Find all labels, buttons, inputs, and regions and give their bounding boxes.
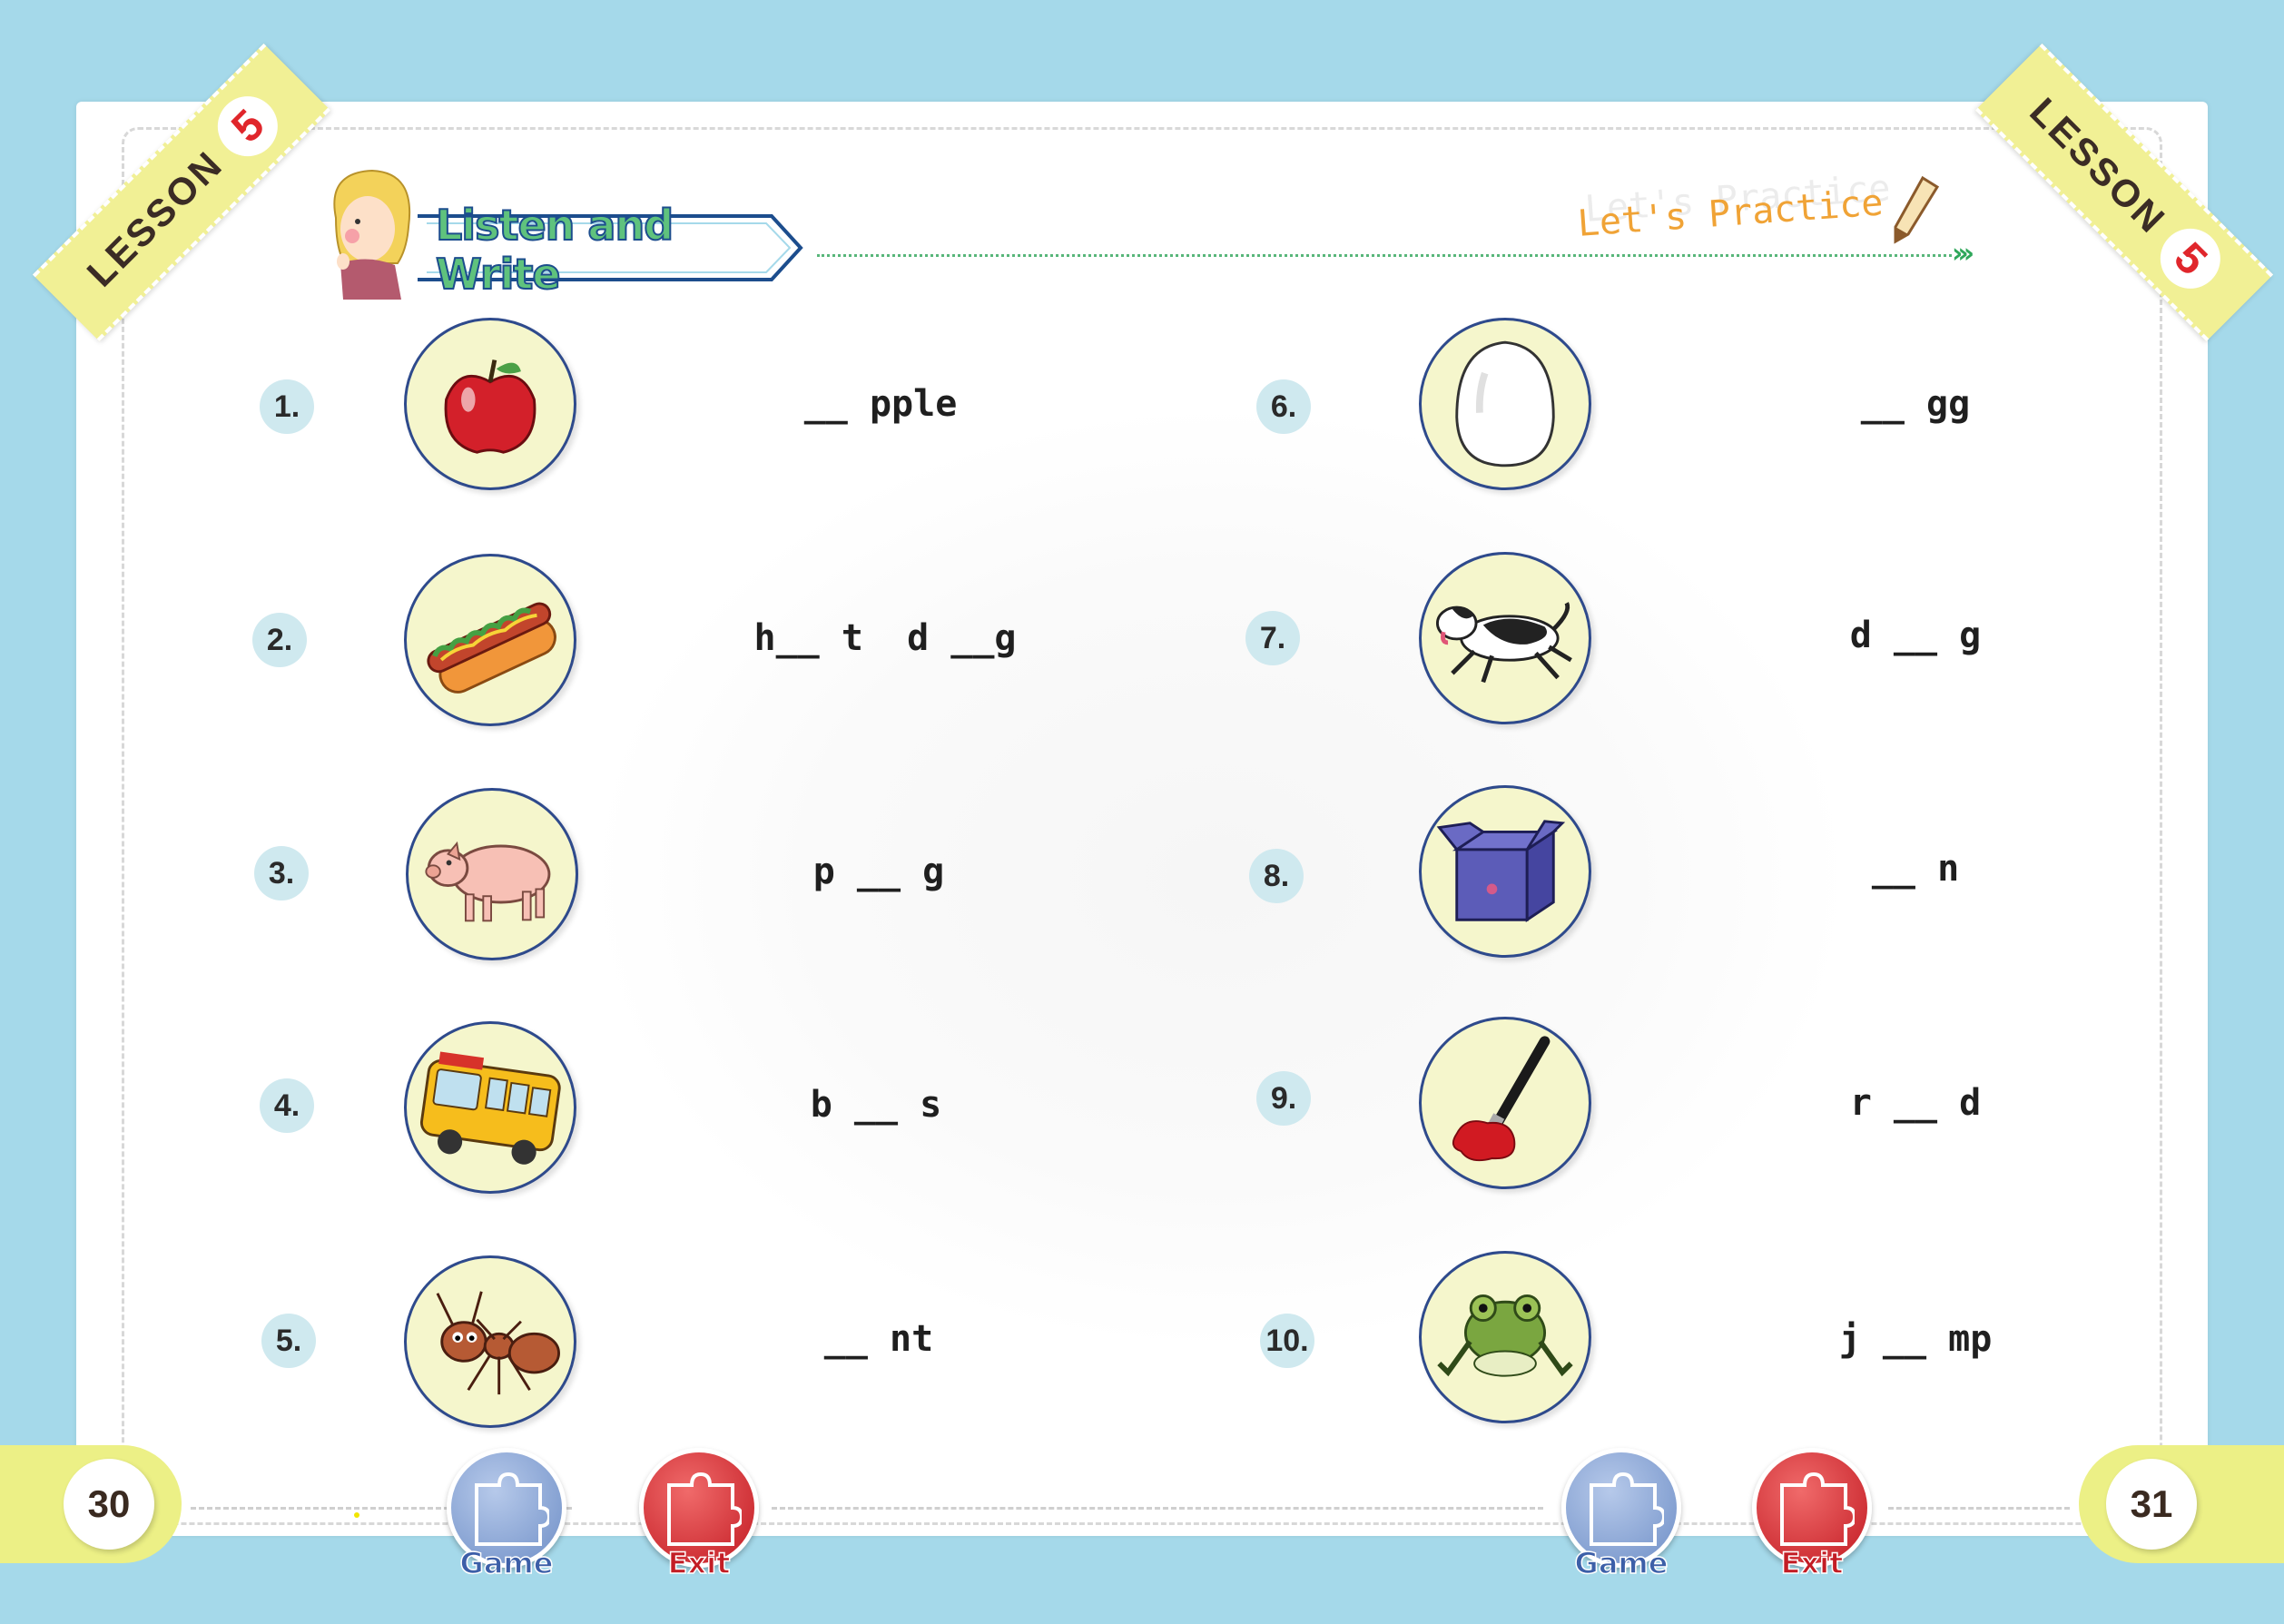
item-picture (404, 1255, 576, 1428)
game-button-label: Game (1574, 1545, 1669, 1581)
item-number: 4. (260, 1078, 314, 1133)
pig-icon (425, 841, 551, 922)
item-number: 6. (1256, 379, 1311, 434)
page-tab-right: 31 (2079, 1445, 2284, 1563)
red-paint-icon (1452, 1036, 1551, 1162)
fill-in-word: h__ t d __g (753, 617, 1017, 659)
item-number: 10. (1260, 1314, 1314, 1368)
item-picture (1419, 318, 1591, 490)
lesson-number: 5 (2148, 216, 2233, 301)
item-number: 9. (1256, 1071, 1311, 1126)
item-number: 3. (254, 846, 309, 901)
exit-button[interactable]: Exit (1748, 1448, 1875, 1581)
dog-icon (1435, 602, 1572, 684)
ant-icon (436, 1291, 560, 1395)
footer-divider (772, 1507, 1543, 1510)
exit-button-label: Exit (667, 1545, 731, 1581)
bus-icon (419, 1051, 561, 1165)
item-picture (404, 1021, 576, 1194)
frog-jump-icon (1437, 1294, 1573, 1377)
item-picture (406, 788, 578, 960)
fill-in-word: p __ g (812, 851, 945, 892)
puzzle-icon (475, 1471, 549, 1546)
apple-icon (444, 359, 537, 454)
item-picture (404, 318, 576, 490)
box-icon (1436, 820, 1566, 922)
hotdog-icon (427, 602, 556, 694)
puzzle-icon (667, 1471, 742, 1546)
fill-in-word: b __ s (810, 1084, 942, 1126)
header-divider (817, 254, 1952, 257)
fill-in-word: __ gg (1860, 383, 1971, 425)
footer-divider (1888, 1507, 2070, 1510)
fill-in-word: __ n (1871, 848, 1960, 890)
lesson-number: 5 (205, 84, 290, 169)
section-title: Listen and Write (435, 200, 674, 300)
fill-in-word: d __ g (1849, 615, 1982, 656)
item-number: 7. (1245, 611, 1300, 665)
game-button-label: Game (459, 1545, 554, 1581)
item-number: 8. (1249, 849, 1304, 903)
item-number: 2. (252, 613, 307, 667)
decorative-dot (354, 1512, 359, 1518)
game-button[interactable]: Game (443, 1448, 570, 1581)
egg-icon (1455, 340, 1555, 468)
fill-in-word: __ pple (803, 383, 958, 425)
exit-button-label: Exit (1780, 1545, 1844, 1581)
puzzle-icon (1780, 1471, 1855, 1546)
item-picture (1419, 1251, 1591, 1423)
fill-in-word: __ nt (823, 1318, 934, 1360)
page-tab-left: 30 (0, 1445, 182, 1563)
exit-button[interactable]: Exit (635, 1448, 763, 1581)
item-number: 1. (260, 379, 314, 434)
item-picture (1419, 1017, 1591, 1189)
page-number-right: 31 (2106, 1459, 2197, 1550)
item-number: 5. (261, 1314, 316, 1368)
item-picture (1419, 785, 1591, 958)
game-button[interactable]: Game (1558, 1448, 1685, 1581)
fill-in-word: j __ mp (1838, 1318, 1993, 1360)
fill-in-word: r __ d (1849, 1082, 1982, 1124)
pencil-icon (1894, 175, 1940, 244)
item-picture (1419, 552, 1591, 724)
puzzle-icon (1590, 1471, 1664, 1546)
chevrons-icon: ››› (1952, 238, 1974, 270)
page-number-left: 30 (64, 1459, 154, 1550)
item-picture (404, 554, 576, 726)
